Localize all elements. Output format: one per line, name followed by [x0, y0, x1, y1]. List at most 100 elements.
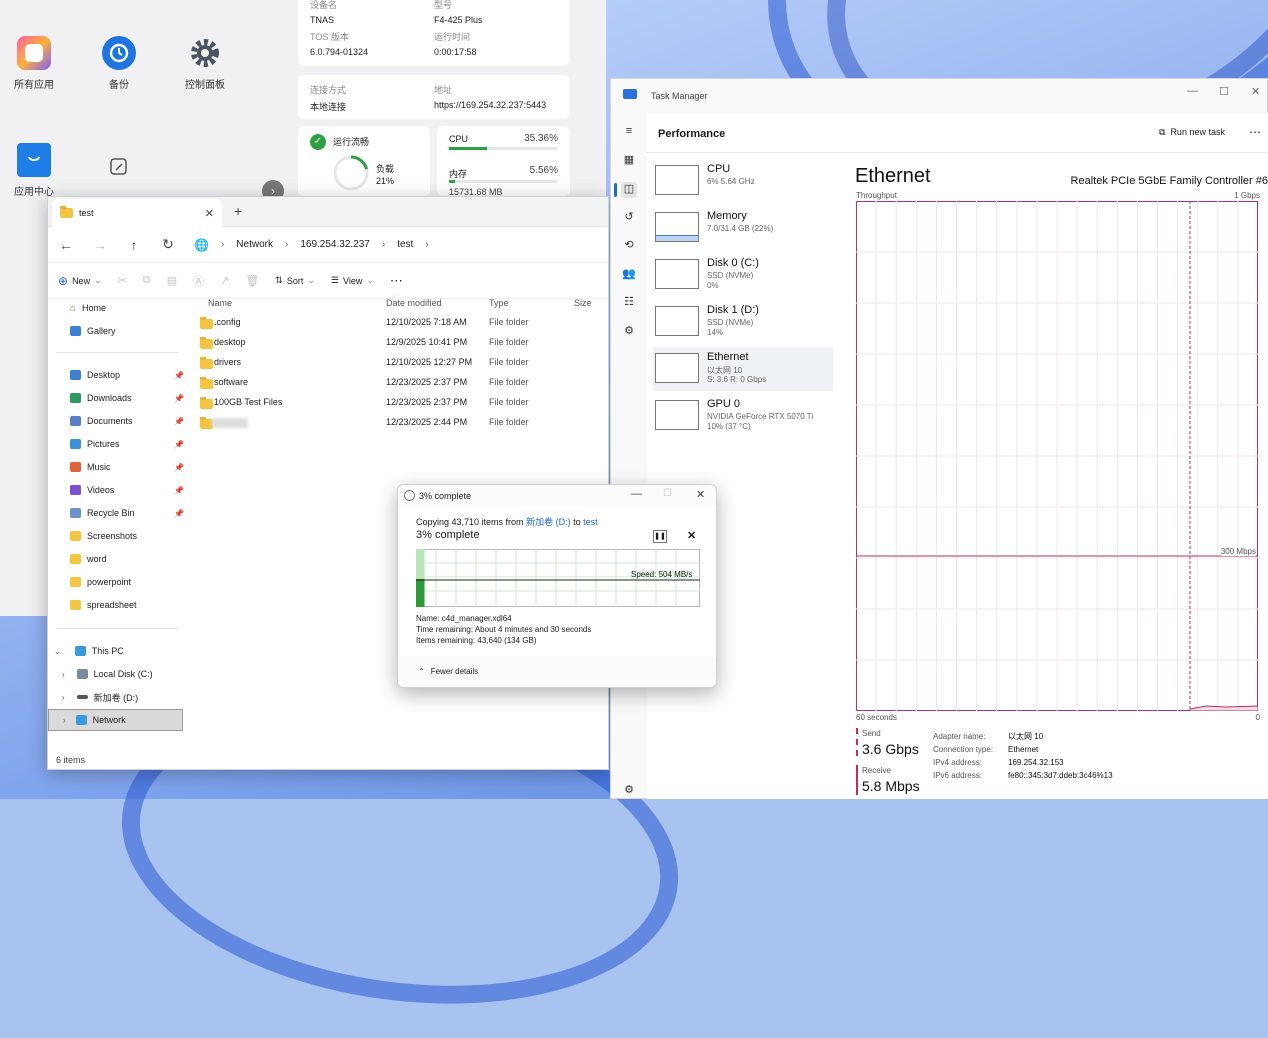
minimize-icon[interactable]: —: [1187, 85, 1198, 97]
back-icon[interactable]: ←: [58, 237, 74, 253]
uptime-value: 0:00:17:58: [434, 47, 477, 57]
pause-button[interactable]: ❚❚: [653, 530, 667, 543]
control-panel-shortcut[interactable]: 控制面板: [165, 36, 245, 91]
copy-icon[interactable]: ⧉: [143, 274, 151, 287]
address-bar[interactable]: 🌐 › Network › 169.254.32.237 › test ›: [194, 233, 598, 257]
folder-icon: [70, 416, 81, 426]
breadcrumb-network[interactable]: Network: [236, 239, 273, 250]
resource-item-gpu-0[interactable]: GPU 0 NVIDIA GeForce RTX 5070 Ti 10% (37 °…: [653, 394, 833, 438]
sidebar-item-gallery[interactable]: Gallery: [70, 322, 186, 340]
source-link[interactable]: 新加卷 (D:): [526, 517, 571, 527]
maximize-icon[interactable]: ☐: [1219, 85, 1229, 98]
details-icon[interactable]: ☷: [621, 295, 637, 311]
tab-test[interactable]: test ✕: [52, 199, 222, 227]
sidebar-item-home[interactable]: ⌂ Home: [70, 299, 186, 317]
sidebar-item-desktop[interactable]: Desktop 📌: [70, 366, 186, 384]
edit-shortcut[interactable]: [79, 150, 159, 190]
new-button[interactable]: ⊕ New ⌄: [58, 274, 102, 288]
forward-icon[interactable]: →: [92, 237, 108, 253]
max-scale-label: 1 Gbps: [1234, 191, 1260, 200]
table-row[interactable]: .config 12/10/2025 7:18 AM File folder: [196, 313, 610, 333]
sidebar-item-spreadsheet[interactable]: spreadsheet: [70, 596, 186, 614]
sidebar-item-screenshots[interactable]: Screenshots: [70, 527, 186, 545]
cut-icon[interactable]: ✂: [118, 274, 127, 287]
performance-icon[interactable]: ◫: [621, 182, 637, 198]
table-row[interactable]: 12/23/2025 2:44 PM File folder: [196, 413, 610, 433]
sidebar-item-documents[interactable]: Documents 📌: [70, 412, 186, 430]
column-header-type[interactable]: Type: [489, 298, 509, 308]
close-icon[interactable]: ✕: [1251, 85, 1260, 98]
resource-item-disk-0-c-[interactable]: Disk 0 (C:) SSD (NVMe) 0%: [653, 253, 833, 297]
app-history-icon[interactable]: ↺: [621, 210, 637, 226]
minimize-icon[interactable]: —: [631, 488, 642, 500]
sidebar-item-this-pc[interactable]: ⌄ This PC: [54, 642, 184, 660]
folder-icon: [70, 554, 81, 564]
file-date: 12/10/2025 12:27 PM: [386, 357, 473, 367]
resource-item-ethernet[interactable]: Ethernet 以太网 10 S: 3.6 R: 0 Gbps: [653, 347, 833, 391]
fewer-details-button[interactable]: ⌃ Fewer details: [418, 667, 478, 676]
table-row[interactable]: software 12/23/2025 2:37 PM File folder: [196, 373, 610, 393]
settings-icon[interactable]: ⚙: [621, 783, 637, 799]
sidebar-item-videos[interactable]: Videos 📌: [70, 481, 186, 499]
maximize-icon[interactable]: ☐: [663, 488, 672, 499]
sidebar-item-powerpoint[interactable]: powerpoint: [70, 573, 186, 591]
destination-link[interactable]: test: [583, 517, 598, 527]
resource-item-disk-1-d-[interactable]: Disk 1 (D:) SSD (NVMe) 14%: [653, 300, 833, 344]
sort-icon: ⇅: [275, 275, 283, 285]
breadcrumb-host[interactable]: 169.254.32.237: [300, 239, 370, 250]
app-label: 控制面板: [185, 80, 225, 91]
device-name-value: TNAS: [310, 15, 335, 25]
column-header-date[interactable]: Date modified: [386, 298, 442, 308]
sidebar-item-new-volume[interactable]: › 新加卷 (D:): [62, 688, 184, 706]
file-date: 12/23/2025 2:37 PM: [386, 377, 468, 387]
processes-icon[interactable]: ▦: [621, 153, 637, 169]
users-icon[interactable]: 👥: [621, 267, 637, 283]
sidebar-item-network[interactable]: › Network: [48, 709, 183, 731]
home-icon: ⌂: [70, 302, 77, 314]
folder-icon: [200, 377, 213, 389]
table-row[interactable]: 100GB Test Files 12/23/2025 2:37 PM File f…: [196, 393, 610, 413]
sidebar-item-word[interactable]: word: [70, 550, 186, 568]
services-icon[interactable]: ⚙: [621, 324, 637, 340]
resource-item-memory[interactable]: Memory 7.0/31.4 GB (22%): [653, 206, 833, 250]
delete-icon[interactable]: 🗑: [245, 274, 259, 287]
sidebar-item-music[interactable]: Music 📌: [70, 458, 186, 476]
sidebar-item-recycle-bin[interactable]: Recycle Bin 📌: [70, 504, 186, 522]
sidebar-item-downloads[interactable]: Downloads 📌: [70, 389, 186, 407]
resource-item-cpu[interactable]: CPU 6% 5.64 GHz: [653, 159, 833, 203]
column-header-name[interactable]: Name: [208, 294, 394, 310]
paste-icon[interactable]: ▤: [167, 274, 177, 287]
breadcrumb-test[interactable]: test: [397, 239, 413, 250]
menu-icon[interactable]: ≡: [621, 125, 637, 141]
column-header-size[interactable]: Size: [574, 298, 592, 308]
pin-icon: 📌: [174, 485, 184, 495]
sidebar-item-local-disk[interactable]: › Local Disk (C:): [62, 665, 184, 683]
table-row[interactable]: drivers 12/10/2025 12:27 PM File folder: [196, 353, 610, 373]
app-center-shortcut[interactable]: 应用中心: [0, 143, 74, 198]
close-icon[interactable]: ✕: [696, 488, 705, 501]
cancel-icon[interactable]: ✕: [687, 529, 696, 542]
send-label: Send: [862, 729, 881, 738]
more-options-icon[interactable]: ⋯: [1249, 125, 1261, 139]
sidebar-item-label: powerpoint: [87, 577, 132, 587]
app-label: 备份: [109, 80, 129, 91]
share-icon[interactable]: ↗: [220, 274, 229, 287]
refresh-icon[interactable]: ↻: [160, 236, 176, 253]
connection-type-label: Connection type:: [933, 745, 994, 754]
all-apps-shortcut[interactable]: 所有应用: [0, 36, 74, 91]
close-tab-icon[interactable]: ✕: [205, 207, 214, 220]
rename-icon[interactable]: Ⓐ: [193, 273, 204, 289]
startup-apps-icon[interactable]: ⟲: [621, 238, 637, 254]
up-icon[interactable]: ↑: [126, 237, 142, 253]
network-icon: [75, 715, 87, 725]
table-row[interactable]: desktop 12/9/2025 10:41 PM File folder: [196, 333, 610, 353]
run-new-task-button[interactable]: ⧉ Run new task: [1159, 127, 1225, 138]
divider: [56, 628, 178, 629]
new-tab-icon[interactable]: +: [234, 203, 242, 219]
more-options-icon[interactable]: ⋯: [390, 273, 403, 289]
sidebar-item-pictures[interactable]: Pictures 📌: [70, 435, 186, 453]
sort-button[interactable]: ⇅ Sort ⌄: [275, 275, 315, 286]
folder-icon: [200, 357, 213, 369]
view-button[interactable]: ☰ View ⌄: [331, 275, 374, 286]
backup-shortcut[interactable]: 备份: [79, 36, 159, 91]
